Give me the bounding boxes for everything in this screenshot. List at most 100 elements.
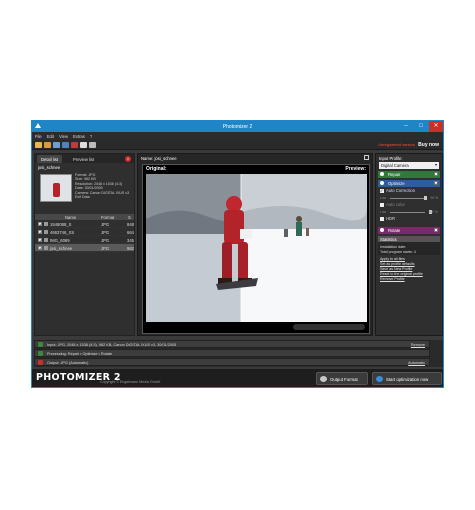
open-folder-icon[interactable] [35, 142, 42, 148]
rotate-checkbox[interactable] [434, 228, 438, 233]
stat-program-starts: Total program starts: 4 [380, 249, 416, 254]
hdr-checkbox[interactable] [380, 217, 384, 221]
input-info: Input: JPG, 2048 x 1536 (4:3), 982 KB, C… [47, 342, 177, 347]
help-icon[interactable] [89, 142, 96, 148]
tab-detail-list[interactable]: Detail list [37, 155, 62, 163]
meta-exif: Exif Data [75, 195, 90, 200]
file-format: JPG [101, 238, 110, 243]
slider-low-label: Low [380, 209, 387, 214]
auto-correction-label: Auto Correction [386, 188, 416, 193]
file-table: Name Format S 1548088_S JPG 848 4663746_… [35, 214, 134, 252]
output-row: Output: JPG (Automatic) Automatic [34, 358, 430, 366]
maximize-view-icon[interactable] [364, 155, 369, 160]
correction-slider[interactable]: Low 90 % [380, 195, 438, 201]
image-name-line: Name: josi_schnee [138, 154, 372, 162]
auto-correction-checkbox[interactable] [380, 188, 384, 193]
row-checkbox[interactable] [38, 230, 42, 235]
add-folder-icon[interactable] [44, 142, 51, 148]
output-info: Output: JPG (Automatic) [47, 360, 89, 365]
table-row[interactable]: josi_schnee JPG 982 [35, 244, 134, 252]
file-tabs: Detail list Preview list × [35, 154, 134, 163]
snow-photo-image [146, 174, 367, 322]
input-profile-select[interactable]: Digital Camera ▾ [379, 162, 439, 169]
selected-file-name: josi_schnee [38, 165, 61, 170]
delete-icon[interactable] [71, 142, 78, 148]
file-name: 1548088_S [50, 222, 72, 227]
remove-link[interactable]: Remove [411, 343, 425, 347]
slider-knob[interactable] [424, 196, 427, 200]
output-icon [38, 360, 43, 365]
settings-panel: Input Profile: Digital Camera ▾ Repair O… [375, 153, 443, 336]
file-icon [44, 230, 48, 234]
copyright-text: Copyright © Engelmann Media GmbH [100, 380, 161, 384]
file-panel: Detail list Preview list × josi_schnee F… [34, 153, 135, 336]
section-optimize[interactable]: Optimize [378, 180, 440, 187]
file-size: 664 [127, 230, 134, 235]
zoom-slider[interactable] [293, 324, 365, 330]
output-format-button[interactable]: Output Format [316, 372, 368, 385]
file-thumbnail [40, 174, 72, 202]
save-icon[interactable] [53, 142, 60, 148]
hdr-option[interactable]: HDR [380, 216, 438, 222]
auto-color-option[interactable]: Auto color [380, 202, 438, 208]
settings-icon[interactable] [62, 142, 69, 148]
buy-now-link[interactable]: Buy now [418, 142, 439, 148]
auto-correction-option[interactable]: Auto Correction [380, 188, 438, 194]
format-icon [320, 376, 327, 382]
close-button[interactable]: ✕ [429, 121, 443, 132]
section-repair-label: Repair [388, 172, 401, 178]
file-size: 345 [127, 238, 134, 243]
section-rotate[interactable]: Rotate [378, 227, 440, 234]
table-row[interactable]: 1548088_S JPG 848 [35, 220, 134, 228]
statistics-header[interactable]: Statistics [378, 236, 440, 242]
menu-help[interactable]: ? [87, 132, 94, 139]
start-optimization-label: Start optimization now [386, 376, 429, 382]
preview-label: Preview: [345, 166, 366, 172]
minimize-button[interactable]: – [399, 121, 413, 132]
play-icon [376, 376, 383, 382]
table-row[interactable]: IMG_6069 JPG 345 [35, 236, 134, 244]
close-tab-icon[interactable]: × [125, 156, 131, 162]
tab-preview-list[interactable]: Preview list [69, 155, 98, 163]
color-slider[interactable]: Low 100 % [380, 209, 438, 215]
auto-color-label: Auto color [386, 202, 405, 207]
menu-file[interactable]: File [32, 132, 44, 139]
repair-icon [380, 172, 384, 177]
registration-status: Unregistered version [378, 142, 415, 147]
start-optimization-button[interactable]: Start optimization now [372, 372, 442, 385]
row-checkbox[interactable] [38, 238, 42, 243]
hdr-label: HDR [386, 216, 396, 221]
file-format: JPG [101, 246, 110, 251]
file-name: josi_schnee [50, 246, 73, 251]
compare-viewer[interactable]: Original: Preview: [142, 164, 370, 334]
section-repair[interactable]: Repair [378, 171, 440, 178]
table-row[interactable]: 4663746_XS JPG 664 [35, 228, 134, 236]
file-icon [44, 222, 48, 226]
automatic-link[interactable]: Automatic [408, 361, 425, 365]
maximize-button[interactable]: □ [414, 121, 428, 132]
output-format-label: Output Format [330, 376, 358, 382]
file-format: JPG [101, 230, 110, 235]
chevron-down-icon: ▾ [434, 162, 437, 167]
slider-low-label: Low [380, 195, 387, 200]
slider-value: 100 % [428, 209, 438, 214]
info-icon[interactable] [80, 142, 87, 148]
optimize-checkbox[interactable] [434, 181, 438, 186]
file-metadata: Format: JPG Size: 982 KB Resolution: 204… [75, 173, 135, 199]
optimize-icon [380, 181, 384, 186]
input-profile-label: Input Profile: [379, 156, 403, 161]
footer-bar: PHOTOMIZER 2 Copyright © Engelmann Media… [32, 369, 443, 387]
title-bar: Photomizer 2 – □ ✕ [32, 121, 443, 132]
menu-edit[interactable]: Edit [44, 132, 56, 139]
processing-row: Processing: Repair • Optimize • Rotate [34, 349, 430, 357]
remove-profile-link[interactable]: Remove Profile [380, 277, 438, 282]
auto-color-checkbox[interactable] [380, 203, 384, 207]
row-checkbox[interactable] [38, 246, 42, 251]
input-icon [38, 342, 43, 347]
window-title: Photomizer 2 [222, 123, 253, 130]
profile-links: Apply to all files Set as profile defaul… [380, 257, 438, 282]
repair-checkbox[interactable] [434, 172, 438, 177]
row-checkbox[interactable] [38, 222, 42, 227]
menu-extras[interactable]: Extras [70, 132, 87, 139]
menu-view[interactable]: View [56, 132, 70, 139]
